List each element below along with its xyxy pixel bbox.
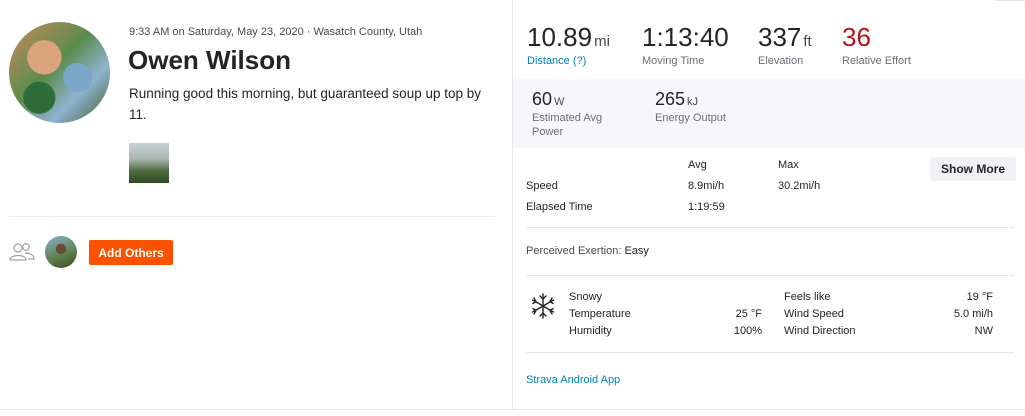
temperature-value: 25 °F	[735, 308, 762, 320]
activity-summary-panel: 9:33 AM on Saturday, May 23, 2020 · Wasa…	[0, 0, 512, 410]
group-people-icon	[9, 243, 35, 261]
stat-distance: 10.89 mi Distance (?)	[527, 22, 610, 67]
athlete-avatar[interactable]	[9, 22, 110, 123]
perceived-exertion-value: Easy	[624, 245, 649, 257]
elevation-value: 337	[758, 22, 802, 52]
row-label-speed: Speed	[526, 180, 558, 192]
activity-stats-panel: 10.89 mi Distance (?) 1:13:40 Moving Time…	[512, 0, 1025, 410]
energy-unit: kJ	[687, 96, 699, 108]
snowflake-icon	[531, 293, 555, 319]
col-header-max: Max	[778, 159, 799, 171]
energy-value: 265	[655, 89, 686, 109]
athlete-name[interactable]: Owen Wilson	[128, 45, 291, 76]
col-header-avg: Avg	[688, 159, 707, 171]
activity-photo-thumbnail[interactable]	[129, 143, 169, 183]
perceived-exertion: Perceived Exertion: Easy	[526, 245, 649, 257]
energy-label: Energy Output	[655, 112, 726, 124]
row-label-elapsed-time: Elapsed Time	[526, 201, 593, 213]
distance-unit: mi	[594, 33, 610, 50]
relative-effort-value: 36	[842, 22, 871, 52]
add-others-button[interactable]: Add Others	[89, 240, 173, 265]
stat-relative-effort[interactable]: 36 Relative Effort	[842, 22, 911, 67]
temperature-label: Temperature	[569, 308, 631, 320]
divider	[526, 352, 1014, 353]
stat-moving-time: 1:13:40 Moving Time	[642, 22, 729, 67]
divider	[9, 216, 495, 217]
perceived-exertion-label: Perceived Exertion:	[526, 245, 622, 257]
distance-value: 10.89	[527, 22, 593, 52]
activity-meta: 9:33 AM on Saturday, May 23, 2020 · Wasa…	[129, 26, 423, 38]
divider	[526, 227, 1014, 228]
divider	[526, 275, 1014, 276]
stat-elevation: 337 ft Elevation	[758, 22, 812, 67]
bottom-border	[0, 409, 1025, 410]
moving-time-label: Moving Time	[642, 55, 705, 67]
secondary-stats: 60 W Estimated Avg Power 265 kJ Energy Out…	[513, 79, 1025, 148]
distance-label-link[interactable]: Distance (?)	[527, 55, 610, 67]
relative-effort-label: Relative Effort	[842, 55, 911, 67]
activity-description: Running good this morning, but guarantee…	[129, 86, 482, 122]
wind-direction-value: NW	[974, 325, 993, 337]
weather-condition: Snowy	[569, 291, 603, 303]
show-more-button[interactable]: Show More	[930, 157, 1016, 181]
speed-avg: 8.9mi/h	[688, 180, 725, 192]
wind-speed-label: Wind Speed	[784, 308, 844, 320]
elevation-unit: ft	[803, 33, 812, 50]
device-app-link[interactable]: Strava Android App	[526, 374, 620, 386]
humidity-value: 100%	[733, 325, 762, 337]
power-unit: W	[554, 96, 565, 108]
wind-direction-label: Wind Direction	[784, 325, 856, 337]
group-member-avatar[interactable]	[45, 236, 77, 268]
stat-energy: 265 kJ Energy Output	[655, 89, 726, 125]
humidity-label: Humidity	[569, 325, 612, 337]
wind-speed-value: 5.0 mi/h	[953, 308, 993, 320]
power-label: Estimated Avg Power	[532, 112, 603, 138]
elevation-label: Elevation	[758, 55, 804, 67]
moving-time-value: 1:13:40	[642, 22, 729, 52]
stat-power: 60 W Estimated Avg Power	[532, 89, 632, 139]
feels-like-value: 19 °F	[966, 291, 993, 303]
speed-max: 30.2mi/h	[778, 180, 821, 192]
feels-like-label: Feels like	[784, 291, 831, 303]
elapsed-time-avg: 1:19:59	[688, 201, 725, 213]
power-value: 60	[532, 89, 553, 109]
